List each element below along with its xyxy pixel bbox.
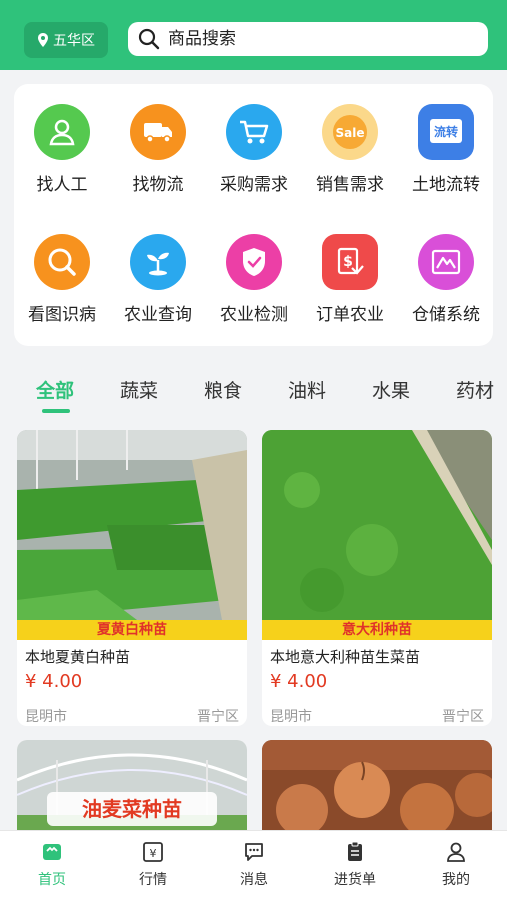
grid-item-label: 找物流 xyxy=(132,175,184,195)
product-image xyxy=(262,430,492,620)
product-district: 晋宁区 xyxy=(442,709,484,725)
bottom-tab-bar: 首页 ¥ 行情 消息 进货单 我的 xyxy=(0,830,507,900)
svg-text:流转: 流转 xyxy=(434,124,458,139)
product-card[interactable]: 夏黄白种苗 本地夏黄白种苗 ¥ 4.00 昆明市 晋宁区 xyxy=(17,430,247,726)
grid-item-label: 销售需求 xyxy=(316,175,384,195)
location-selector[interactable]: 五华区 xyxy=(24,22,108,58)
grid-item-image-diagnosis[interactable]: 看图识病 xyxy=(14,234,110,325)
grid-item-label: 找人工 xyxy=(36,175,88,195)
product-name: 本地意大利种苗生菜苗 xyxy=(270,648,421,666)
tabbar-purchase-list[interactable]: 进货单 xyxy=(320,841,390,889)
product-ribbon: 意大利种苗 xyxy=(262,620,492,640)
person-icon xyxy=(34,104,90,160)
tabbar-profile[interactable]: 我的 xyxy=(421,841,491,889)
product-overlay-label: 油麦菜种苗 xyxy=(47,792,217,826)
magnifier-icon xyxy=(34,234,90,290)
category-tabs: 全部 蔬菜 粮食 油料 水果 药材 xyxy=(0,360,507,416)
grid-item-label: 仓储系统 xyxy=(412,305,480,325)
grid-item-agri-query[interactable]: 农业查询 xyxy=(110,234,206,325)
search-icon xyxy=(138,28,160,50)
tabbar-label: 行情 xyxy=(139,872,167,888)
tabbar-label: 进货单 xyxy=(334,872,376,888)
grid-item-find-logistics[interactable]: 找物流 xyxy=(110,104,206,195)
search-bar[interactable] xyxy=(128,22,488,56)
active-tab-indicator xyxy=(42,409,70,413)
order-money-icon: $ xyxy=(322,234,378,290)
grid-item-label: 农业检测 xyxy=(220,305,288,325)
tabbar-market[interactable]: ¥ 行情 xyxy=(118,841,188,889)
feature-grid: 找人工 找物流 采购需求 Sale 销售需求 流转 土地流转 看图识病 农业查询… xyxy=(14,84,493,346)
sale-badge-icon: Sale xyxy=(322,104,378,160)
land-transfer-icon: 流转 xyxy=(418,104,474,160)
grid-item-order-farming[interactable]: $ 订单农业 xyxy=(302,234,398,325)
location-pin-icon xyxy=(38,33,48,47)
tabbar-label: 消息 xyxy=(240,872,268,888)
product-image xyxy=(17,430,247,620)
tab-grain[interactable]: 粮食 xyxy=(204,376,242,403)
tabbar-label: 首页 xyxy=(38,872,66,888)
product-location: 昆明市 晋宁区 xyxy=(270,706,484,726)
tab-herbs[interactable]: 药材 xyxy=(456,376,494,403)
svg-text:$: $ xyxy=(343,254,353,270)
grid-item-label: 看图识病 xyxy=(28,305,96,325)
grid-item-label: 采购需求 xyxy=(220,175,288,195)
home-icon xyxy=(43,844,61,860)
clipboard-icon xyxy=(348,841,362,861)
grid-item-agri-testing[interactable]: 农业检测 xyxy=(206,234,302,325)
product-card[interactable]: 意大利种苗 本地意大利种苗生菜苗 ¥ 4.00 昆明市 晋宁区 xyxy=(262,430,492,726)
grid-item-find-labor[interactable]: 找人工 xyxy=(14,104,110,195)
product-price: ¥ 4.00 xyxy=(25,671,83,692)
product-image xyxy=(262,740,492,830)
product-district: 晋宁区 xyxy=(197,709,239,725)
tab-vegetables[interactable]: 蔬菜 xyxy=(120,376,158,403)
svg-text:Sale: Sale xyxy=(336,126,365,140)
product-ribbon: 夏黄白种苗 xyxy=(17,620,247,640)
message-icon xyxy=(245,843,263,861)
location-label: 五华区 xyxy=(53,33,95,49)
product-city: 昆明市 xyxy=(25,709,67,725)
grid-item-label: 农业查询 xyxy=(124,305,192,325)
tab-oil-crops[interactable]: 油料 xyxy=(288,376,326,403)
tabbar-messages[interactable]: 消息 xyxy=(219,841,289,889)
grid-item-land-transfer[interactable]: 流转 土地流转 xyxy=(398,104,494,195)
tab-all[interactable]: 全部 xyxy=(36,376,74,403)
search-input[interactable] xyxy=(168,29,468,49)
warehouse-icon xyxy=(418,234,474,290)
tab-fruit[interactable]: 水果 xyxy=(372,376,410,403)
product-card[interactable] xyxy=(262,740,492,830)
tabbar-label: 我的 xyxy=(442,872,470,888)
user-icon xyxy=(447,842,465,862)
grid-item-label: 土地流转 xyxy=(412,175,480,195)
shield-check-icon xyxy=(226,234,282,290)
top-header: 五华区 xyxy=(0,0,507,70)
product-location: 昆明市 晋宁区 xyxy=(25,706,239,726)
truck-icon xyxy=(130,104,186,160)
product-name: 本地夏黄白种苗 xyxy=(25,648,131,666)
grid-item-purchase-demand[interactable]: 采购需求 xyxy=(206,104,302,195)
product-card[interactable]: 油麦菜种苗 xyxy=(17,740,247,830)
tabbar-home[interactable]: 首页 xyxy=(17,841,87,889)
grid-item-sales-demand[interactable]: Sale 销售需求 xyxy=(302,104,398,195)
product-price: ¥ 4.00 xyxy=(270,671,328,692)
svg-text:¥: ¥ xyxy=(150,847,157,860)
sprout-icon xyxy=(130,234,186,290)
grid-item-label: 订单农业 xyxy=(316,305,384,325)
cart-icon xyxy=(226,104,282,160)
product-city: 昆明市 xyxy=(270,709,312,725)
product-image: 油麦菜种苗 xyxy=(17,740,247,830)
market-icon: ¥ xyxy=(143,842,163,862)
grid-item-warehouse[interactable]: 仓储系统 xyxy=(398,234,494,325)
